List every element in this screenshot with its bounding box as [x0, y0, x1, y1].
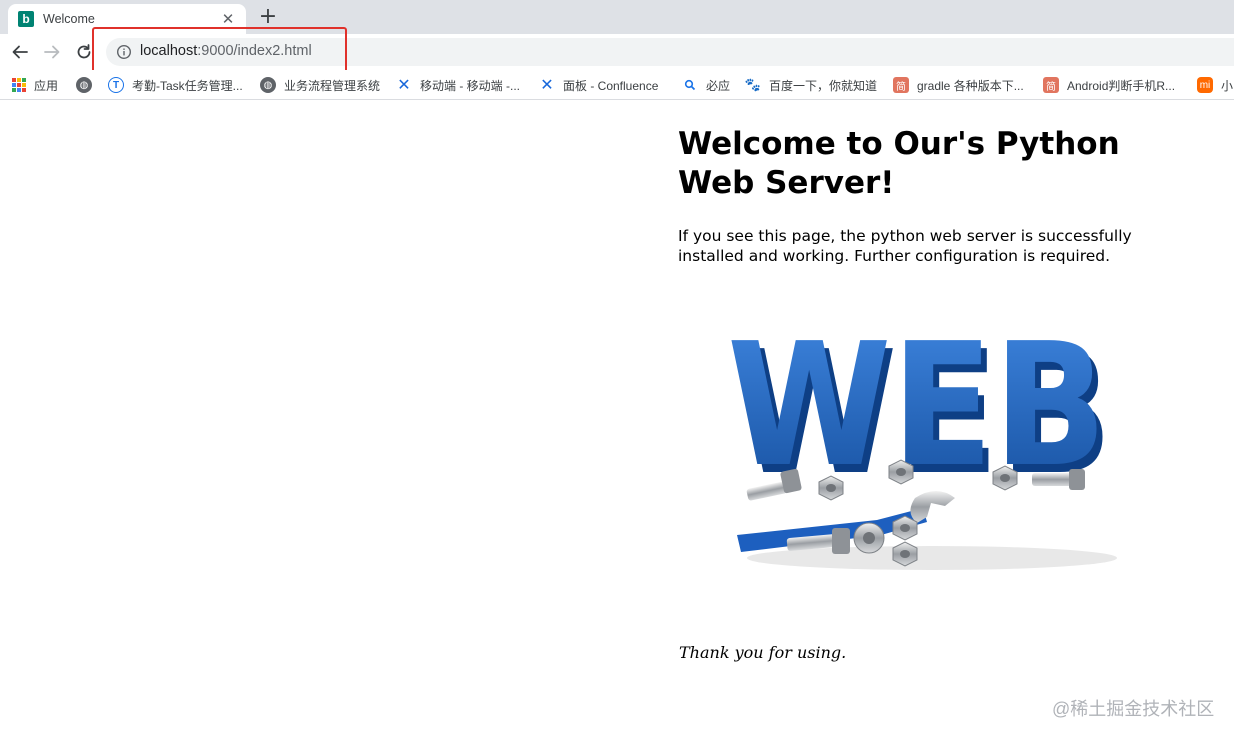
jianshu-icon: 简 — [1043, 77, 1059, 93]
bookmark-bpm[interactable]: ◍ 业务流程管理系统 — [260, 76, 380, 94]
bookmark-android[interactable]: 简 Android判断手机R... — [1043, 76, 1175, 94]
arrow-right-icon — [44, 45, 60, 59]
bookmark-label: 移动端 - 移动端 -... — [420, 78, 520, 93]
bookmarks-bar: 应用 ◍ T 考勤-Task任务管理... ◍ 业务流程管理系统 ✕ 移动端 -… — [0, 70, 1234, 100]
back-button[interactable] — [7, 39, 33, 65]
bookmark-label: gradle 各种版本下... — [917, 78, 1024, 93]
search-icon — [682, 77, 698, 93]
bing-icon: b — [18, 11, 34, 27]
bookmark-mi[interactable]: mi 小 — [1197, 76, 1233, 94]
new-tab-button[interactable]: + — [257, 4, 279, 29]
bookmark-apps[interactable]: 应用 — [12, 76, 58, 94]
bookmark-bing[interactable]: 必应 — [682, 76, 730, 94]
bookmark-globe[interactable]: ◍ — [76, 76, 100, 94]
close-icon[interactable]: ✕ — [220, 11, 236, 28]
bookmark-gradle[interactable]: 简 gradle 各种版本下... — [893, 76, 1024, 94]
bookmark-label: 小 — [1221, 78, 1234, 93]
bookmark-task[interactable]: T 考勤-Task任务管理... — [108, 76, 243, 94]
web-tools-illustration: WEB WEB — [727, 330, 1117, 570]
forward-button[interactable] — [39, 39, 65, 65]
bookmark-label: 百度一下，你就知道 — [769, 78, 878, 93]
bookmark-label: Android判断手机R... — [1067, 78, 1176, 93]
t-circle-icon: T — [108, 77, 124, 93]
bookmark-mobile[interactable]: ✕ 移动端 - 移动端 -... — [396, 76, 520, 94]
bookmark-label: 考勤-Task任务管理... — [132, 78, 243, 93]
bookmark-label: 业务流程管理系统 — [284, 78, 381, 93]
reload-icon — [77, 44, 91, 59]
tab-title: Welcome — [43, 12, 95, 26]
jianshu-icon: 简 — [893, 77, 909, 93]
annotation-highlight-box — [92, 27, 347, 75]
bookmark-confluence[interactable]: ✕ 面板 - Confluence — [539, 76, 658, 94]
bookmark-label: 面板 - Confluence — [563, 78, 659, 93]
page-content: Welcome to Our's Python Web Server! If y… — [678, 125, 1198, 266]
globe-icon: ◍ — [76, 77, 92, 93]
intro-paragraph: If you see this page, the python web ser… — [678, 227, 1132, 265]
globe-icon: ◍ — [260, 77, 276, 93]
watermark: @稀土掘金技术社区 — [1052, 699, 1215, 719]
confluence-icon: ✕ — [397, 77, 411, 94]
apps-grid-icon — [12, 78, 26, 92]
arrow-left-icon — [12, 45, 28, 59]
bookmark-baidu[interactable]: 🐾 百度一下，你就知道 — [745, 76, 877, 94]
confluence-icon: ✕ — [540, 77, 554, 94]
baidu-paw-icon: 🐾 — [744, 77, 762, 92]
page-title: Welcome to Our's Python Web Server! — [678, 126, 1120, 201]
bookmark-label: 应用 — [34, 78, 59, 93]
nut-icon — [853, 522, 885, 554]
bookmark-label: 必应 — [706, 78, 731, 93]
mi-icon: mi — [1197, 77, 1213, 93]
thanks-text: Thank you for using. — [679, 643, 847, 662]
